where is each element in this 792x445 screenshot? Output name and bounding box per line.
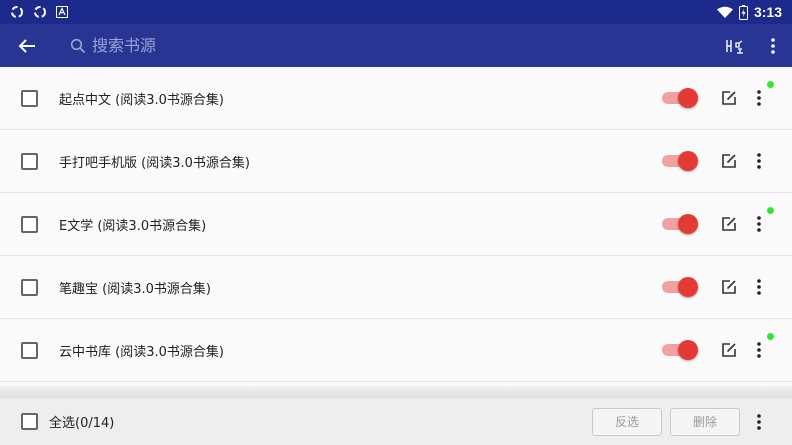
active-indicator-dot <box>767 207 774 214</box>
more-vert-icon <box>757 153 761 169</box>
sync-icon <box>10 5 24 19</box>
list-item[interactable]: 云中书库 (阅读3.0书源合集) <box>0 319 792 382</box>
clock: 3:13 <box>753 4 782 20</box>
more-vert-icon <box>757 216 761 232</box>
row-checkbox[interactable] <box>21 89 38 107</box>
font-app-icon <box>56 6 68 18</box>
more-vert-icon <box>757 90 761 106</box>
delete-button[interactable]: 删除 <box>669 407 740 436</box>
edit-button[interactable] <box>716 85 742 111</box>
enable-switch[interactable] <box>660 151 698 171</box>
row-checkbox[interactable] <box>21 341 38 359</box>
list-item[interactable]: 笔趣宝 (阅读3.0书源合集) <box>0 256 792 319</box>
search-bar[interactable] <box>70 24 630 67</box>
select-all-checkbox[interactable] <box>21 413 38 430</box>
more-vert-icon <box>757 413 761 430</box>
back-button[interactable] <box>0 24 54 67</box>
source-name: 手打吧手机版 (阅读3.0书源合集) <box>59 155 250 171</box>
list-item[interactable]: 起点中文 (阅读3.0书源合集) <box>0 67 792 130</box>
source-name: E文学 (阅读3.0书源合集) <box>59 218 207 234</box>
edit-icon <box>722 217 736 231</box>
bottom-more-button[interactable] <box>748 408 770 436</box>
row-checkbox[interactable] <box>21 152 38 170</box>
sort-icon <box>726 39 743 54</box>
battery-charging-icon <box>738 4 748 20</box>
enable-switch[interactable] <box>660 214 698 234</box>
edit-icon <box>722 280 736 294</box>
enable-switch[interactable] <box>660 340 698 360</box>
active-indicator-dot <box>767 333 774 340</box>
row-more-button[interactable] <box>748 148 770 174</box>
book-source-list: 起点中文 (阅读3.0书源合集) 手打吧手机版 (阅读3.0书源合集) E文学 … <box>0 67 792 386</box>
source-name: 起点中文 (阅读3.0书源合集) <box>59 92 224 108</box>
sort-button[interactable] <box>716 24 754 67</box>
edit-button[interactable] <box>716 274 742 300</box>
more-menu-button[interactable] <box>754 24 792 67</box>
wifi-icon <box>716 6 733 19</box>
enable-switch[interactable] <box>660 277 698 297</box>
sync-icon <box>33 5 47 19</box>
search-input[interactable] <box>92 30 592 61</box>
list-item[interactable]: E文学 (阅读3.0书源合集) <box>0 193 792 256</box>
bottom-action-bar: 全选(0/14) 反选 删除 <box>0 397 792 445</box>
source-name: 笔趣宝 (阅读3.0书源合集) <box>59 281 211 297</box>
row-more-button[interactable] <box>748 274 770 300</box>
status-bar: 3:13 <box>0 0 792 24</box>
row-checkbox[interactable] <box>21 215 38 233</box>
select-all-label[interactable]: 全选(0/14) <box>49 412 114 431</box>
edit-icon <box>722 343 736 357</box>
row-more-button[interactable] <box>748 337 770 363</box>
list-item[interactable]: 手打吧手机版 (阅读3.0书源合集) <box>0 130 792 193</box>
status-notifications <box>10 5 68 19</box>
arrow-left-icon <box>18 38 35 53</box>
row-checkbox[interactable] <box>21 278 38 296</box>
source-name: 云中书库 (阅读3.0书源合集) <box>59 344 224 360</box>
edit-icon <box>722 91 736 105</box>
search-icon <box>70 38 86 54</box>
edit-button[interactable] <box>716 148 742 174</box>
invert-selection-button[interactable]: 反选 <box>591 407 662 436</box>
status-system: 3:13 <box>716 4 782 20</box>
more-vert-icon <box>771 37 775 54</box>
enable-switch[interactable] <box>660 88 698 108</box>
edit-icon <box>722 154 736 168</box>
more-vert-icon <box>757 342 761 358</box>
toolbar <box>0 24 792 67</box>
edit-button[interactable] <box>716 211 742 237</box>
row-more-button[interactable] <box>748 85 770 111</box>
active-indicator-dot <box>767 81 774 88</box>
edit-button[interactable] <box>716 337 742 363</box>
more-vert-icon <box>757 279 761 295</box>
list-bottom-shadow <box>0 386 792 397</box>
row-more-button[interactable] <box>748 211 770 237</box>
